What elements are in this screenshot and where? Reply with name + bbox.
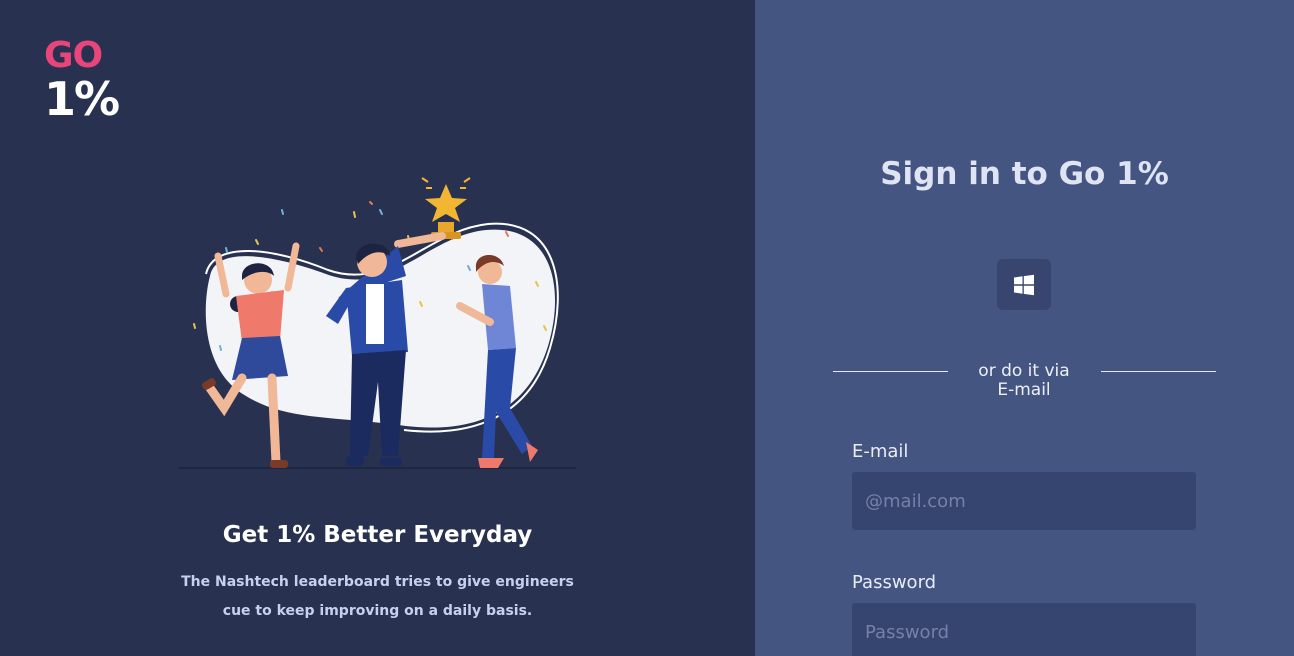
divider-text: or do it via E-mail (949, 362, 1099, 400)
divider-text-line1: or do it via (978, 361, 1070, 381)
brand-logo[interactable]: GO 1% (44, 35, 120, 126)
hero-tagline: Get 1% Better Everyday (222, 522, 533, 548)
divider-left (833, 371, 948, 372)
password-label: Password (852, 572, 937, 593)
hero-description-line2: cue to keep improving on a daily basis. (222, 603, 533, 619)
logo-percent-text: 1% (44, 72, 120, 126)
hero-description-line1: The Nashtech leaderboard tries to give e… (181, 574, 574, 590)
windows-icon (1014, 274, 1034, 295)
hero-description: The Nashtech leaderboard tries to give e… (170, 568, 585, 626)
email-label: E-mail (852, 441, 909, 462)
password-input[interactable] (852, 603, 1196, 656)
celebration-illustration (178, 177, 576, 469)
left-panel: GO 1% Get 1% Better Everyday The Nashtec… (0, 0, 755, 656)
email-input[interactable] (852, 472, 1196, 530)
signin-panel: Sign in to Go 1% or do it via E-mail E-m… (755, 0, 1294, 656)
divider-text-line2: E-mail (997, 380, 1051, 400)
microsoft-signin-button[interactable] (997, 259, 1051, 310)
logo-go-text: GO (44, 35, 103, 76)
divider-right (1101, 371, 1216, 372)
signin-title: Sign in to Go 1% (880, 156, 1169, 192)
